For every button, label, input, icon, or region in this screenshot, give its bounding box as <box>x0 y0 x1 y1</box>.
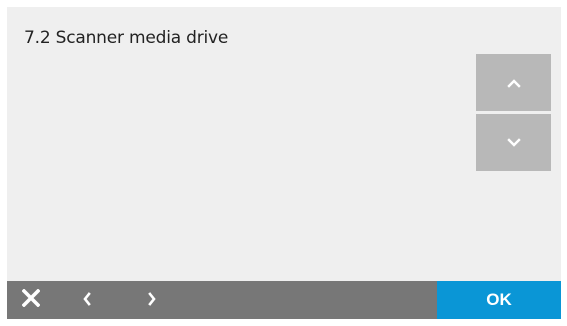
printer-panel-screen: 7.2 Scanner media drive OK <box>7 7 561 319</box>
page-title: 7.2 Scanner media drive <box>24 28 229 48</box>
close-button[interactable] <box>15 281 47 319</box>
ok-button[interactable]: OK <box>437 281 561 319</box>
back-button[interactable] <box>75 281 99 319</box>
forward-button[interactable] <box>140 281 164 319</box>
scroll-down-button[interactable] <box>476 114 551 171</box>
chevron-up-icon <box>506 78 521 88</box>
bottom-navigation-bar: OK <box>7 281 561 319</box>
close-icon <box>21 288 41 311</box>
chevron-down-icon <box>506 137 521 148</box>
chevron-left-icon <box>82 291 92 310</box>
chevron-right-icon <box>147 291 157 310</box>
scroll-up-button[interactable] <box>476 54 551 111</box>
